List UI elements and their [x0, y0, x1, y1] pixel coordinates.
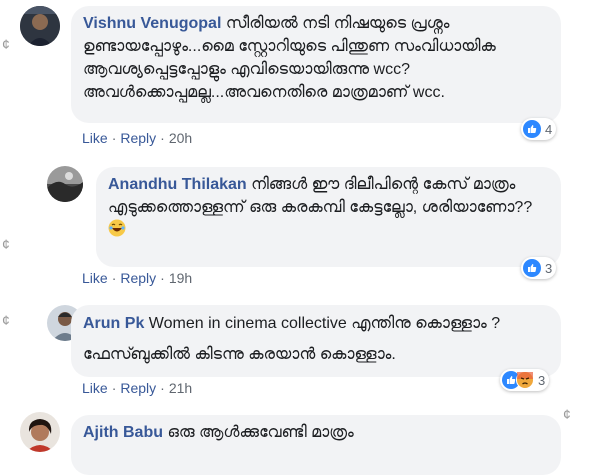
comment-author[interactable]: Anandhu Thilakan	[108, 176, 247, 193]
comment-time[interactable]: 19h	[169, 270, 192, 286]
separator: ·	[160, 270, 165, 286]
separator: ·	[111, 380, 117, 396]
thumbs-up-icon	[523, 120, 541, 138]
laughing-emoji-icon	[108, 219, 126, 244]
thread-marker: ¢	[563, 406, 571, 422]
comment-bubble: Ajith Babu ഒരു ആൾക്കുവേണ്ടി മാത്രം	[71, 415, 561, 475]
thread-marker: ¢	[2, 36, 10, 52]
comment-bubble: Vishnu Venugopal സീരിയൽ നടി നിഷയുടെ പ്രശ…	[71, 6, 561, 123]
comment-time[interactable]: 21h	[169, 380, 192, 396]
avatar[interactable]	[20, 412, 60, 452]
comment-bubble: Arun Pk Women in cinema collective എന്തി…	[71, 305, 561, 377]
comment-actions: Like · Reply · 19h	[82, 270, 192, 286]
comment-actions: Like · Reply · 21h	[82, 380, 192, 396]
comment-bubble: Anandhu Thilakan നിങ്ങൾ ഈ ദിലീപിന്റെ കേസ…	[96, 167, 561, 267]
comment-text-line-2: ഫേസ്ബുക്കിൽ കിടന്നു കരയാൻ കൊള്ളാം.	[83, 346, 396, 363]
separator: ·	[111, 270, 117, 286]
comment-author[interactable]: Ajith Babu	[83, 424, 163, 441]
reaction-summary[interactable]: 4	[521, 118, 557, 140]
comment-author[interactable]: Arun Pk	[83, 315, 144, 332]
thumbs-up-icon	[523, 259, 541, 277]
comment-actions: Like · Reply · 20h	[82, 130, 192, 146]
reply-link[interactable]: Reply	[120, 270, 156, 286]
like-link[interactable]: Like	[82, 270, 108, 286]
thread-marker: ¢	[2, 312, 10, 328]
avatar[interactable]	[47, 166, 83, 202]
avatar[interactable]	[20, 6, 60, 46]
angry-face-icon	[516, 371, 534, 389]
comment-author[interactable]: Vishnu Venugopal	[83, 15, 221, 32]
reaction-count: 3	[538, 372, 546, 388]
like-link[interactable]: Like	[82, 380, 108, 396]
reply-link[interactable]: Reply	[120, 130, 156, 146]
reaction-summary[interactable]: 3	[500, 369, 550, 391]
separator: ·	[160, 130, 165, 146]
thread-marker: ¢	[2, 236, 10, 252]
comment-text: Women in cinema collective എന്തിനു കൊള്ള…	[148, 315, 501, 332]
separator: ·	[160, 380, 165, 396]
separator: ·	[111, 130, 117, 146]
reaction-count: 4	[545, 121, 553, 137]
reaction-summary[interactable]: 3	[521, 257, 557, 279]
like-link[interactable]: Like	[82, 130, 108, 146]
reply-link[interactable]: Reply	[120, 380, 156, 396]
reaction-count: 3	[545, 260, 553, 276]
comment-time[interactable]: 20h	[169, 130, 192, 146]
comment-text: ഒരു ആൾക്കുവേണ്ടി മാത്രം	[167, 424, 354, 441]
